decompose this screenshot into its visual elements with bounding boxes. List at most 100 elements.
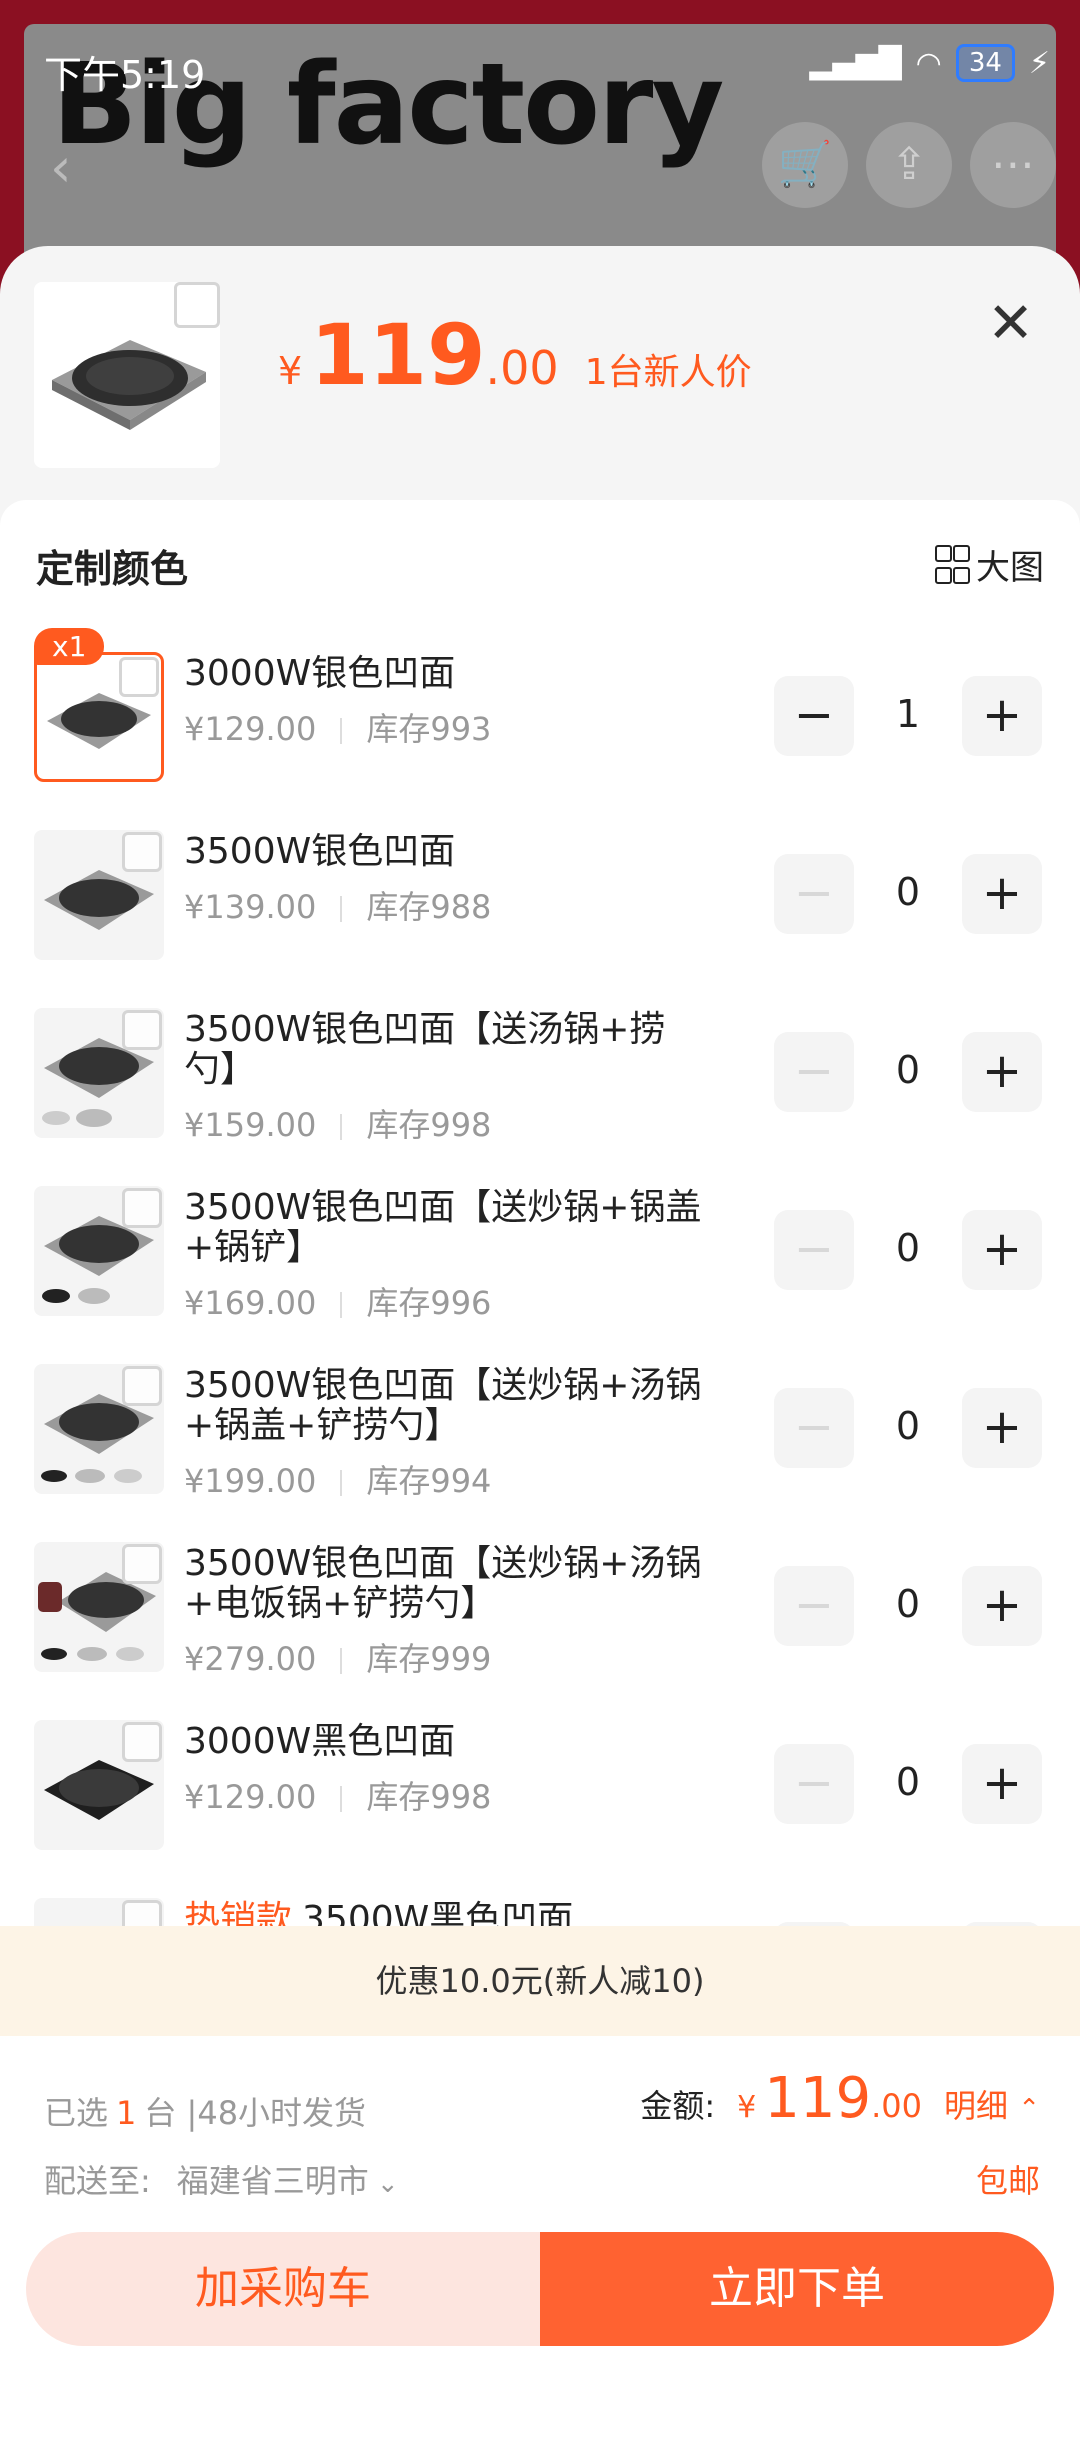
amount-currency: ¥ xyxy=(737,2090,757,2125)
price-decimal: .00 xyxy=(485,341,559,395)
plus-button[interactable]: + xyxy=(962,1744,1042,1824)
minus-button[interactable]: − xyxy=(774,854,854,934)
plus-button[interactable]: + xyxy=(962,854,1042,934)
detail-button[interactable]: 明细 ⌃ xyxy=(944,2081,1040,2127)
variant-stock: 库存993 xyxy=(366,710,492,748)
quantity-value[interactable]: 0 xyxy=(868,1226,948,1270)
variant-meta: ¥199.00 库存994 xyxy=(184,1456,491,1502)
status-time: 下午5:19 xyxy=(44,53,206,97)
enlarge-icon[interactable] xyxy=(122,1010,162,1050)
section-title: 定制颜色 xyxy=(36,547,189,591)
variant-name: 热销款 3500W黑色凹面 xyxy=(184,1899,704,1927)
variant-row: x1 3000W银色凹面 ¥129.00 库存993 − 1 + xyxy=(0,628,1080,812)
signal-icon: ▂▄▆█ xyxy=(809,45,902,81)
minus-button[interactable]: − xyxy=(774,676,854,756)
variant-price: ¥129.00 xyxy=(184,1778,317,1816)
variant-stock: 库存998 xyxy=(366,1106,492,1144)
charging-icon: ⚡ xyxy=(1028,45,1050,81)
enlarge-icon[interactable] xyxy=(122,1544,162,1584)
hot-sale-tag: 热销款 xyxy=(184,1899,293,1927)
plus-button[interactable]: + xyxy=(962,1388,1042,1468)
sku-selector-sheet: ¥ 119 .00 1台新人价 ✕ 定制颜色 大图 x1 3000W银色凹面 ¥… xyxy=(0,246,1080,2460)
variant-meta: ¥129.00 库存993 xyxy=(184,704,491,750)
enlarge-icon[interactable] xyxy=(122,1900,162,1926)
minus-button[interactable]: − xyxy=(774,1388,854,1468)
quantity-badge: x1 xyxy=(34,628,105,665)
enlarge-icon[interactable] xyxy=(119,657,159,697)
minus-button[interactable]: − xyxy=(774,1566,854,1646)
variant-row: 3500W银色凹面【送炒锅+锅盖+锅铲】 ¥169.00 库存996 − 0 + xyxy=(0,1186,1080,1346)
variant-price: ¥129.00 xyxy=(184,710,317,748)
quantity-value[interactable]: 0 xyxy=(868,1404,948,1448)
variant-price: ¥199.00 xyxy=(184,1462,317,1500)
plus-button[interactable]: + xyxy=(962,1032,1042,1112)
enlarge-icon[interactable] xyxy=(122,1188,162,1228)
more-icon: ⋯ xyxy=(970,122,1056,208)
variant-row: 3500W银色凹面【送炒锅+汤锅+锅盖+铲捞勺】 ¥199.00 库存994 − … xyxy=(0,1364,1080,1524)
quantity-value[interactable]: 0 xyxy=(868,1582,948,1626)
variant-thumbnail[interactable] xyxy=(34,1898,164,1926)
variant-stock: 库存996 xyxy=(366,1284,492,1322)
variant-list: 定制颜色 大图 x1 3000W银色凹面 ¥129.00 库存993 − 1 + xyxy=(0,500,1080,1926)
status-icons: ▂▄▆█ ◠ 34 ⚡ xyxy=(809,44,1050,82)
promo-banner: 优惠10.0元(新人减10) xyxy=(0,1926,1080,2036)
variant-name: 3500W银色凹面【送炒锅+汤锅+锅盖+铲捞勺】 xyxy=(184,1366,704,1446)
minus-button[interactable]: − xyxy=(774,1032,854,1112)
plus-button[interactable]: + xyxy=(962,676,1042,756)
cart-icon: 🛒 xyxy=(762,122,848,208)
selected-suffix: 台 |48小时发货 xyxy=(144,2094,367,2132)
quantity-value[interactable]: 1 xyxy=(868,692,948,736)
shipping-selector[interactable]: 配送至: 福建省三明市 ⌄ xyxy=(44,2156,399,2202)
enlarge-icon[interactable] xyxy=(122,1722,162,1762)
price-integer: 119 xyxy=(310,306,486,404)
variant-row: 3500W银色凹面 ¥139.00 库存988 − 0 + xyxy=(0,830,1080,990)
grid-icon xyxy=(935,545,970,584)
variant-price: ¥159.00 xyxy=(184,1106,317,1144)
chevron-down-icon: ⌄ xyxy=(376,2169,399,2199)
total-amount: 金额: ¥ 119 .00 明细 ⌃ xyxy=(640,2066,1040,2131)
variant-stock: 库存998 xyxy=(366,1778,492,1816)
enlarge-icon[interactable] xyxy=(174,282,220,328)
enlarge-icon[interactable] xyxy=(122,832,162,872)
quantity-value[interactable]: 0 xyxy=(868,1760,948,1804)
header-price: ¥ 119 .00 1台新人价 xyxy=(278,306,752,404)
variant-thumbnail[interactable] xyxy=(34,1186,164,1316)
quantity-value[interactable]: 0 xyxy=(868,870,948,914)
close-icon[interactable]: ✕ xyxy=(987,296,1034,352)
plus-button[interactable]: + xyxy=(962,1566,1042,1646)
minus-button[interactable]: − xyxy=(774,1210,854,1290)
variant-meta: ¥139.00 库存988 xyxy=(184,882,491,928)
minus-button[interactable]: − xyxy=(774,1744,854,1824)
variant-thumbnail[interactable] xyxy=(34,652,164,782)
place-order-button[interactable]: 立即下单 xyxy=(540,2232,1054,2346)
quantity-value[interactable]: 0 xyxy=(868,1048,948,1092)
add-to-cart-button[interactable]: 加采购车 xyxy=(26,2232,540,2346)
variant-name: 3000W黑色凹面 xyxy=(184,1722,704,1762)
variant-stock: 库存994 xyxy=(366,1462,492,1500)
variant-stock: 库存999 xyxy=(366,1640,492,1678)
variant-price: ¥279.00 xyxy=(184,1640,317,1678)
variant-label: 3500W银色凹面【送炒锅+锅盖+锅铲】 xyxy=(184,1187,702,1268)
enlarge-icon[interactable] xyxy=(122,1366,162,1406)
variant-row: 热销款3500W黑色凹面 − + xyxy=(0,1898,1080,1926)
share-icon: ⇪ xyxy=(866,122,952,208)
variant-thumbnail[interactable] xyxy=(34,1364,164,1494)
amount-integer: 119 xyxy=(764,2066,872,2131)
variant-stock: 库存988 xyxy=(366,888,492,926)
variant-thumbnail[interactable] xyxy=(34,1720,164,1850)
detail-label: 明细 xyxy=(944,2087,1009,2125)
price-tag: 1台新人价 xyxy=(584,352,752,393)
plus-button[interactable]: + xyxy=(962,1210,1042,1290)
variant-thumbnail[interactable] xyxy=(34,830,164,960)
variant-label: 3500W银色凹面【送炒锅+汤锅+锅盖+铲捞勺】 xyxy=(184,1365,702,1446)
variant-thumbnail[interactable] xyxy=(34,1542,164,1672)
product-thumbnail[interactable] xyxy=(34,282,220,468)
variant-name: 3500W银色凹面 xyxy=(184,832,704,872)
variant-thumbnail[interactable] xyxy=(34,1008,164,1138)
big-view-button[interactable]: 大图 xyxy=(935,540,1044,589)
selected-prefix: 已选 xyxy=(44,2094,109,2132)
variant-row: 3500W银色凹面【送汤锅+捞勺】 ¥159.00 库存998 − 0 + xyxy=(0,1008,1080,1168)
variant-label: 3500W银色凹面【送汤锅+捞勺】 xyxy=(184,1009,666,1090)
variant-meta: ¥169.00 库存996 xyxy=(184,1278,491,1324)
variant-name: 3500W银色凹面【送炒锅+锅盖+锅铲】 xyxy=(184,1188,704,1268)
